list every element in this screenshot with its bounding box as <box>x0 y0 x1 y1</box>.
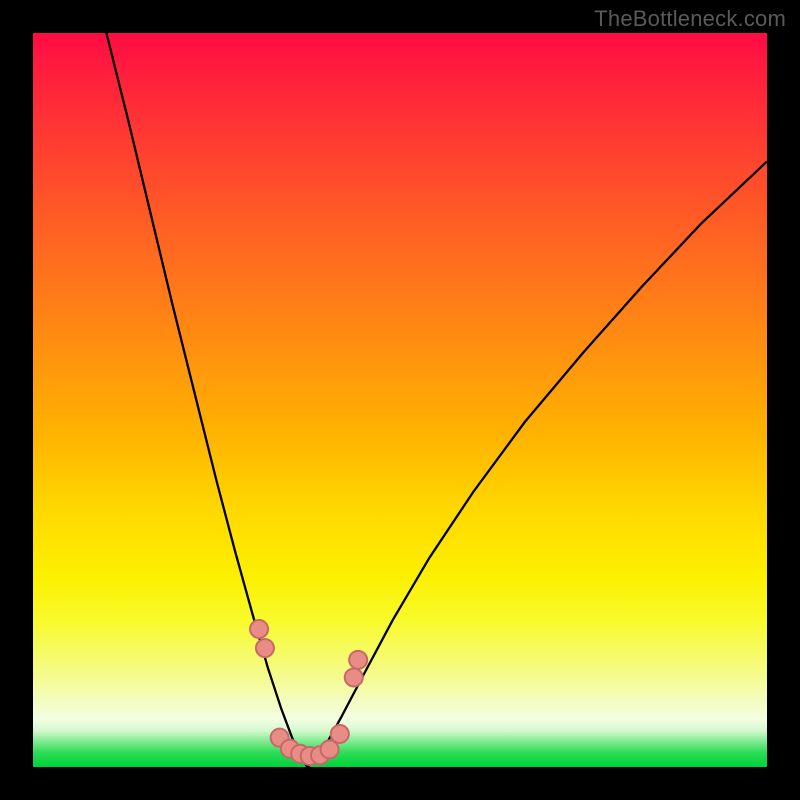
plot-frame <box>33 33 767 767</box>
watermark-text: TheBottleneck.com <box>594 6 786 32</box>
bead-markers <box>33 33 767 767</box>
bead-icon <box>349 651 367 669</box>
bead-icon <box>345 668 363 686</box>
bead-icon <box>256 639 274 657</box>
bead-icon <box>250 620 268 638</box>
bead-icon <box>331 725 349 743</box>
